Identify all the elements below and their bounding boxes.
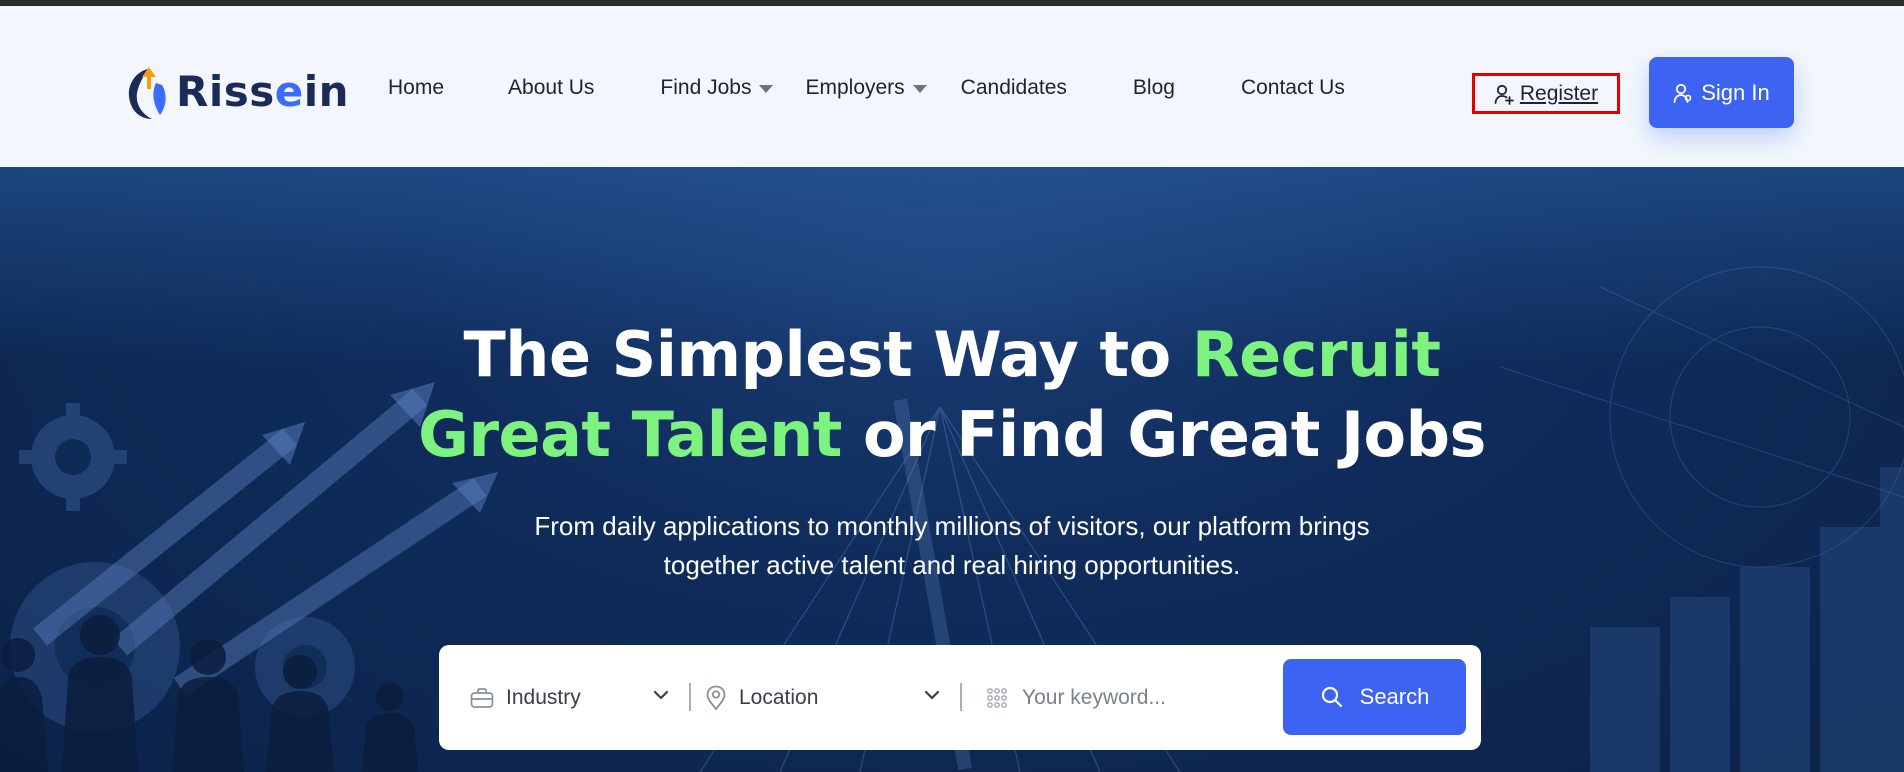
location-select[interactable]: Location bbox=[705, 645, 905, 750]
caret-down-icon bbox=[759, 85, 774, 93]
hero-subtext: From daily applications to monthly milli… bbox=[0, 507, 1904, 585]
nav-item-candidates[interactable]: Candidates bbox=[961, 76, 1067, 100]
job-search-bar: Industry Location Your keyword... Search bbox=[439, 645, 1481, 750]
user-plus-icon bbox=[1494, 84, 1514, 105]
map-pin-icon bbox=[706, 685, 726, 710]
hero-section: The Simplest Way to Recruit Great Talent… bbox=[0, 167, 1904, 772]
grid-dots-icon bbox=[987, 687, 1007, 708]
hero-headline: The Simplest Way to Recruit Great Talent… bbox=[0, 315, 1904, 475]
industry-select[interactable]: Industry bbox=[470, 645, 670, 750]
nav-item-find-jobs[interactable]: Find Jobs bbox=[660, 76, 774, 100]
headline-text: The Simplest Way to bbox=[463, 318, 1192, 391]
sign-in-label: Sign In bbox=[1701, 79, 1770, 105]
logo-wordmark: Rissein bbox=[176, 67, 350, 116]
nav-item-label: Find Jobs bbox=[660, 76, 752, 99]
search-button[interactable]: Search bbox=[1283, 659, 1466, 735]
location-label: Location bbox=[739, 685, 819, 709]
sign-in-button[interactable]: Sign In bbox=[1649, 57, 1794, 128]
nav-item-label: Contact Us bbox=[1240, 76, 1345, 99]
nav-item-label: Employers bbox=[805, 76, 905, 99]
nav-item-label: Blog bbox=[1132, 76, 1175, 99]
logo-mark-icon bbox=[128, 67, 166, 119]
keyword-field bbox=[986, 645, 1266, 750]
caret-down-icon bbox=[912, 85, 927, 93]
search-button-label: Search bbox=[1359, 684, 1430, 709]
nav-item-contact-us[interactable]: Contact Us bbox=[1241, 76, 1345, 100]
search-icon bbox=[1321, 686, 1342, 708]
headline-text: or Find Great Jobs bbox=[841, 398, 1487, 471]
register-link[interactable]: Register bbox=[1472, 73, 1620, 114]
field-divider bbox=[960, 683, 962, 711]
chevron-down-icon[interactable] bbox=[653, 689, 669, 701]
keyword-input[interactable] bbox=[1020, 684, 1254, 711]
chevron-down-icon[interactable] bbox=[924, 689, 940, 701]
site-logo[interactable]: Rissein bbox=[122, 62, 349, 122]
industry-label: Industry bbox=[506, 685, 581, 709]
nav-item-label: About Us bbox=[508, 76, 595, 99]
nav-item-label: Home bbox=[388, 76, 445, 99]
nav-item-blog[interactable]: Blog bbox=[1133, 76, 1175, 100]
main-nav: Home About Us Find Jobs Employers Candid… bbox=[388, 68, 1345, 108]
nav-item-home[interactable]: Home bbox=[388, 76, 444, 100]
user-icon bbox=[1673, 83, 1692, 103]
subtext-line: together active talent and real hiring o… bbox=[663, 550, 1241, 580]
register-label: Register bbox=[1519, 81, 1599, 105]
site-header: Rissein Home About Us Find Jobs Employer… bbox=[0, 6, 1904, 167]
briefcase-icon bbox=[470, 687, 494, 708]
field-divider bbox=[689, 683, 691, 711]
nav-item-employers[interactable]: Employers bbox=[805, 76, 927, 100]
headline-highlight: Recruit bbox=[1191, 318, 1441, 391]
headline-highlight: Great Talent bbox=[418, 398, 842, 471]
subtext-line: From daily applications to monthly milli… bbox=[534, 511, 1370, 541]
nav-item-label: Candidates bbox=[960, 76, 1067, 99]
nav-item-about-us[interactable]: About Us bbox=[508, 76, 594, 100]
